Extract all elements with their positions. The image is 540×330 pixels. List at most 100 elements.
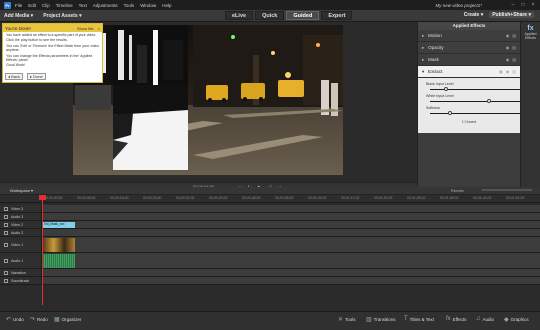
- tools-button[interactable]: ✕ Tools: [338, 316, 356, 323]
- track-lane[interactable]: [43, 237, 540, 252]
- effects-button[interactable]: fx Effects: [446, 316, 466, 322]
- tab-guided[interactable]: Guided: [286, 11, 320, 20]
- menu-text[interactable]: Text: [79, 3, 87, 8]
- track-lane[interactable]: [43, 213, 540, 220]
- menu-file[interactable]: File: [15, 3, 22, 8]
- track-toggle-icon[interactable]: [4, 258, 8, 263]
- trash-icon[interactable]: ▤: [512, 69, 516, 74]
- applied-effects-tab[interactable]: fx Applied Effects: [521, 22, 540, 48]
- track-lane[interactable]: [43, 277, 540, 284]
- effect-opacity[interactable]: ▸ Opacity ◉ ▤: [418, 42, 520, 54]
- maximize-icon[interactable]: □: [520, 2, 526, 8]
- audio-button[interactable]: ♫ Audio: [476, 316, 494, 322]
- track-audio-3[interactable]: Audio 3: [0, 213, 540, 221]
- ruler-tick: 00;01;20;02: [374, 196, 393, 200]
- minimize-icon[interactable]: –: [510, 2, 516, 8]
- menu-timeline[interactable]: Timeline: [56, 3, 73, 8]
- trash-icon[interactable]: ▤: [512, 57, 516, 62]
- tab-expert[interactable]: Expert: [321, 11, 353, 20]
- menu-clip[interactable]: Clip: [42, 3, 50, 8]
- track-header: Video 3: [0, 205, 42, 212]
- effect-motion[interactable]: ▸ Motion ◉ ▤: [418, 30, 520, 42]
- redo-button[interactable]: ↷ Redo: [30, 316, 48, 323]
- track-toggle-icon[interactable]: [4, 222, 8, 227]
- track-soundtrack[interactable]: Soundtrack: [0, 277, 540, 285]
- add-media-button[interactable]: Add Media ▾: [4, 13, 33, 19]
- menu-edit[interactable]: Edit: [28, 3, 36, 8]
- track-video-2[interactable]: Video 2 Vid_Mask_xxx: [0, 221, 540, 229]
- fx-icon: fx: [446, 316, 451, 322]
- close-icon[interactable]: ×: [530, 2, 536, 8]
- param-label: Black Input Level: [426, 82, 454, 86]
- track-toggle-icon[interactable]: [4, 214, 8, 219]
- menu-help[interactable]: Help: [162, 3, 171, 8]
- track-toggle-icon[interactable]: [4, 206, 8, 211]
- track-audio-1[interactable]: Audio 1: [0, 253, 540, 269]
- timeline-ruler[interactable]: 00;00;00;00 00;00;08;00 00;00;16;00 00;00;2…: [0, 195, 540, 203]
- track-toggle-icon[interactable]: [4, 270, 8, 275]
- audio-clip[interactable]: [43, 254, 75, 268]
- render-button[interactable]: Render: [451, 188, 464, 193]
- menu-window[interactable]: Window: [140, 3, 156, 8]
- workspace-dropdown[interactable]: Workspace ▾: [10, 188, 33, 193]
- effect-extract[interactable]: ▾ Extract ▣ ◉ ▤: [418, 66, 520, 78]
- track-toggle-icon[interactable]: [4, 278, 8, 283]
- tab-elive[interactable]: eLive: [225, 11, 254, 20]
- track-label: Video 2: [11, 222, 24, 227]
- video-clip[interactable]: Vid_Mask_xxx: [43, 222, 75, 228]
- mask-icon[interactable]: ▣: [499, 69, 503, 74]
- create-button[interactable]: Create ▾: [464, 12, 483, 18]
- eye-icon[interactable]: ◉: [506, 45, 510, 50]
- track-narration[interactable]: Narration: [0, 269, 540, 277]
- playhead[interactable]: [42, 195, 43, 305]
- track-label: Video 3: [11, 206, 24, 211]
- track-video-3[interactable]: Video 3: [0, 205, 540, 213]
- effect-mask[interactable]: ▸ Mask ◉ ▤: [418, 54, 520, 66]
- organizer-button[interactable]: ▦ Organizer: [54, 316, 81, 323]
- publish-share-button[interactable]: Publish+Share ▾: [489, 12, 534, 18]
- titles-text-button[interactable]: T Titles & Text: [404, 316, 434, 322]
- playhead-handle[interactable]: [39, 195, 46, 200]
- track-toggle-icon[interactable]: [4, 230, 8, 235]
- track-lane[interactable]: [43, 229, 540, 236]
- menu-tools[interactable]: Tools: [124, 3, 135, 8]
- project-assets-button[interactable]: Project Assets ▾: [43, 13, 81, 19]
- video-clip-thumbnail[interactable]: [43, 238, 75, 252]
- applied-effects-panel: Applied Effects ▸ Motion ◉ ▤ ▸ Opacity ◉ ▤…: [417, 22, 540, 192]
- transitions-button[interactable]: ▥ Transitions: [366, 316, 396, 323]
- done-button[interactable]: ▸ Done: [27, 73, 46, 80]
- eye-icon[interactable]: ◉: [506, 57, 510, 62]
- param-label: White Input Level: [426, 94, 454, 98]
- show-me-button[interactable]: Show Me: [77, 26, 94, 31]
- white-input-slider[interactable]: [426, 99, 540, 104]
- tab-quick[interactable]: Quick: [255, 11, 285, 20]
- tools-icon: ✕: [338, 317, 344, 323]
- menu-adjustments[interactable]: Adjustments: [93, 3, 118, 8]
- tooltip-close-icon[interactable]: ×: [98, 26, 100, 31]
- slider-knob[interactable]: [444, 87, 449, 91]
- track-lane[interactable]: Vid_Mask_xxx: [43, 221, 540, 228]
- black-input-slider[interactable]: [426, 87, 540, 92]
- track-lane[interactable]: [43, 269, 540, 276]
- eye-icon[interactable]: ◉: [506, 69, 510, 74]
- slider-knob[interactable]: [448, 111, 453, 115]
- undo-button[interactable]: ↶ Undo: [6, 316, 24, 323]
- back-button[interactable]: ◂ Back: [5, 73, 24, 80]
- track-lane[interactable]: [43, 253, 540, 268]
- invert-checkbox[interactable]: ☐ Invert: [426, 119, 512, 124]
- video-preview[interactable]: [73, 25, 343, 175]
- graphics-button[interactable]: ◆ Graphics: [504, 316, 529, 323]
- softness-slider[interactable]: [426, 111, 540, 116]
- track-header: Narration: [0, 269, 42, 276]
- track-video-1[interactable]: Video 1: [0, 237, 540, 253]
- track-toggle-icon[interactable]: [4, 242, 8, 247]
- track-audio-2[interactable]: Audio 2: [0, 229, 540, 237]
- slider-knob[interactable]: [487, 99, 492, 103]
- track-label: Narration: [11, 270, 26, 275]
- trash-icon[interactable]: ▤: [512, 33, 516, 38]
- eye-icon[interactable]: ◉: [506, 33, 510, 38]
- track-lane[interactable]: [43, 205, 540, 212]
- panel-title: Applied Effects: [418, 22, 520, 30]
- trash-icon[interactable]: ▤: [512, 45, 516, 50]
- zoom-slider[interactable]: [482, 189, 532, 191]
